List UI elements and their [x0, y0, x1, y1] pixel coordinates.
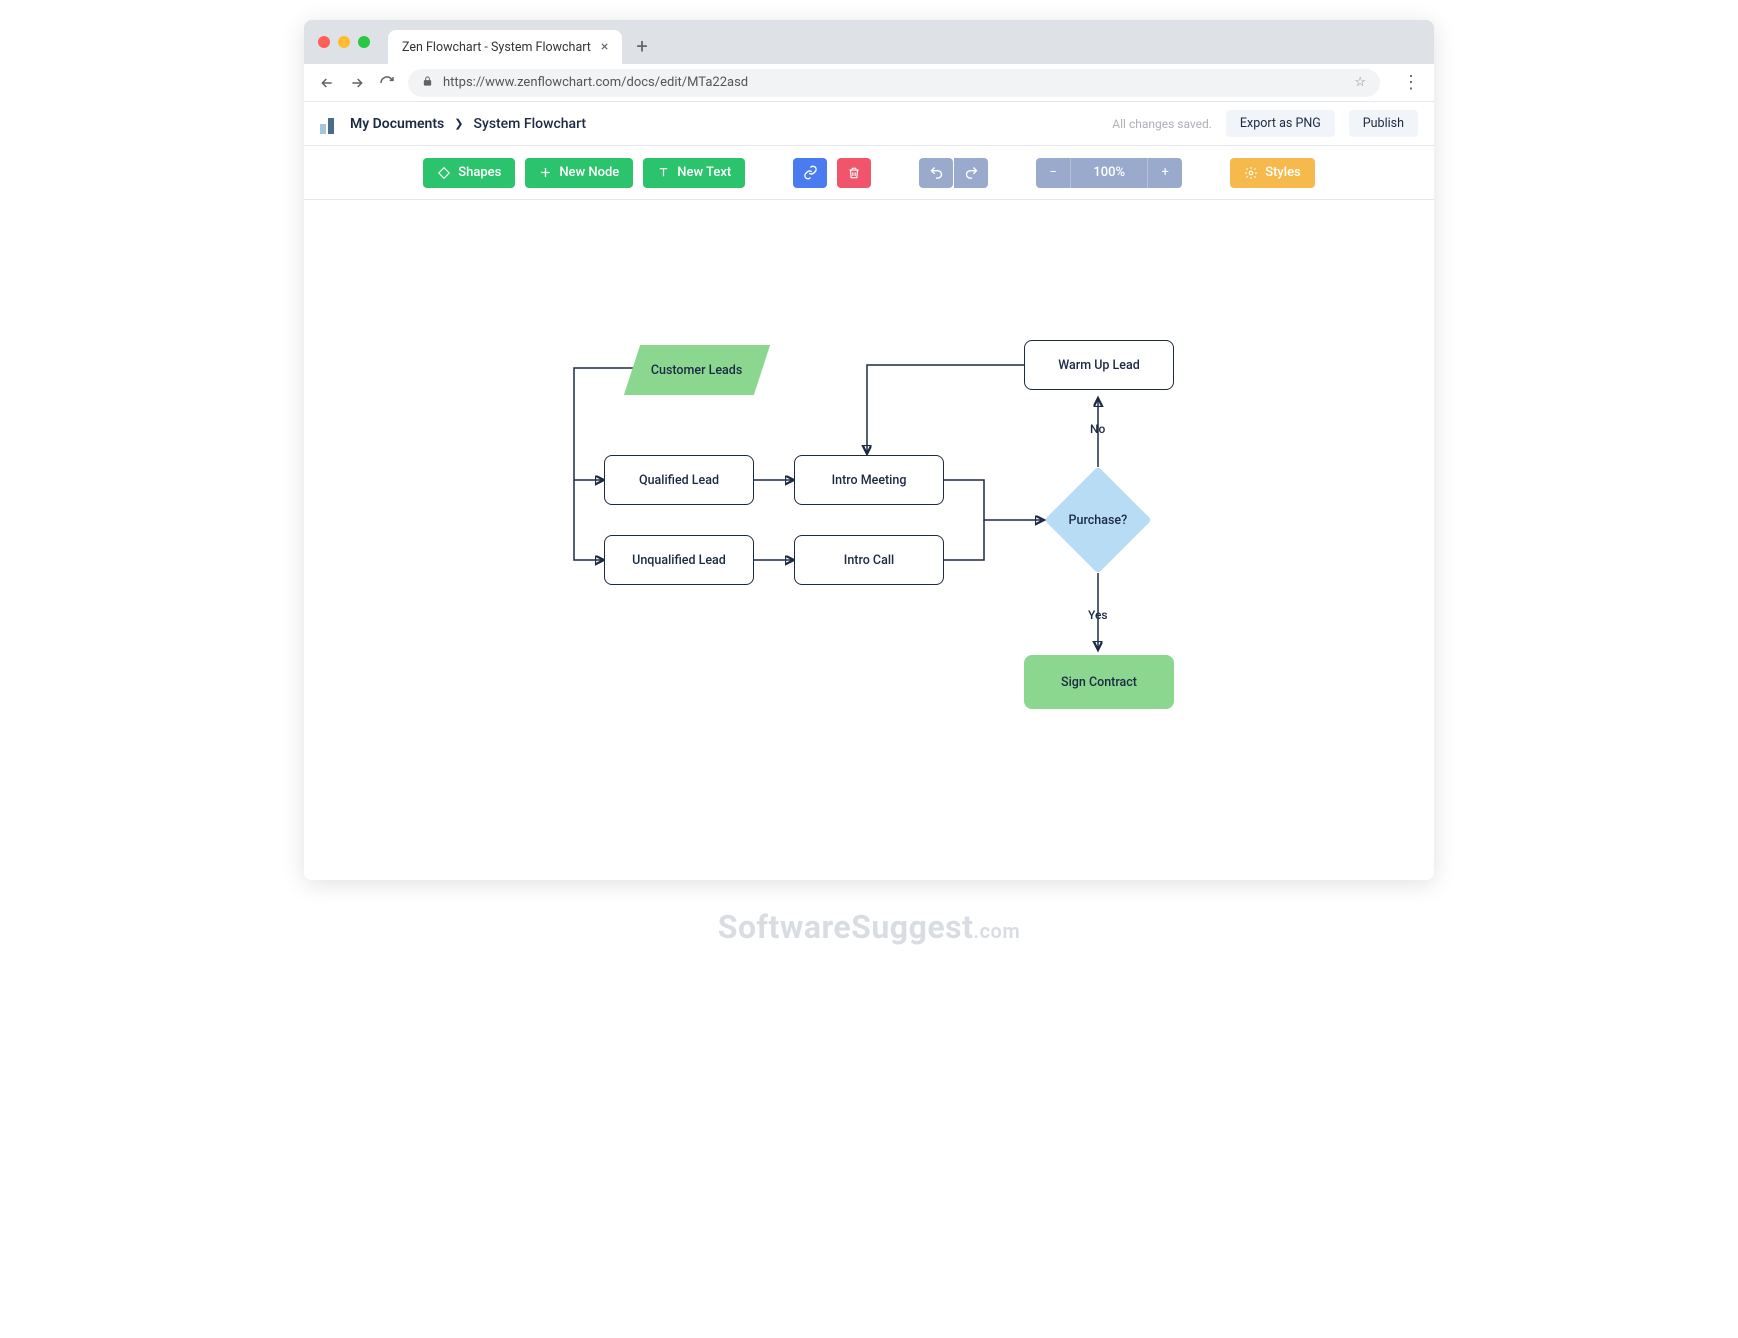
- browser-menu-icon[interactable]: ⋮: [1402, 72, 1420, 93]
- export-button[interactable]: Export as PNG: [1226, 110, 1335, 137]
- bookmark-icon[interactable]: ☆: [1354, 75, 1366, 90]
- zoom-control: − 100% +: [1036, 158, 1182, 188]
- reload-icon[interactable]: [378, 75, 396, 91]
- window-controls: [318, 36, 370, 48]
- publish-button[interactable]: Publish: [1349, 110, 1418, 137]
- edge-label-no: No: [1090, 422, 1105, 436]
- breadcrumb-current[interactable]: System Flowchart: [473, 116, 586, 132]
- node-sign-contract[interactable]: Sign Contract: [1024, 655, 1174, 709]
- edge-label-yes: Yes: [1088, 608, 1108, 622]
- browser-window: Zen Flowchart - System Flowchart × + htt…: [304, 20, 1434, 880]
- editor-toolbar: Shapes New Node New Text − 100% +: [304, 146, 1434, 200]
- node-intro-call[interactable]: Intro Call: [794, 535, 944, 585]
- node-warm-up-lead[interactable]: Warm Up Lead: [1024, 340, 1174, 390]
- flowchart-canvas[interactable]: Customer Leads Qualified Lead Unqualifie…: [304, 200, 1434, 880]
- watermark: SoftwareSuggest.com: [718, 908, 1020, 946]
- app-header: My Documents ❯ System Flowchart All chan…: [304, 102, 1434, 146]
- url-text: https://www.zenflowchart.com/docs/edit/M…: [443, 75, 748, 90]
- node-unqualified-lead[interactable]: Unqualified Lead: [604, 535, 754, 585]
- undo-button[interactable]: [919, 158, 953, 188]
- new-node-button[interactable]: New Node: [525, 158, 633, 188]
- zoom-out-button[interactable]: −: [1036, 158, 1070, 188]
- forward-icon[interactable]: [348, 75, 366, 91]
- node-intro-meeting[interactable]: Intro Meeting: [794, 455, 944, 505]
- minimize-window-icon[interactable]: [338, 36, 350, 48]
- new-tab-icon[interactable]: +: [636, 34, 647, 58]
- styles-button[interactable]: Styles: [1230, 158, 1315, 188]
- tab-title: Zen Flowchart - System Flowchart: [402, 40, 591, 55]
- zoom-level[interactable]: 100%: [1070, 158, 1148, 188]
- link-button[interactable]: [793, 158, 827, 188]
- breadcrumb-root[interactable]: My Documents: [350, 116, 444, 132]
- back-icon[interactable]: [318, 75, 336, 91]
- close-tab-icon[interactable]: ×: [601, 39, 608, 55]
- chevron-right-icon: ❯: [454, 117, 463, 130]
- delete-button[interactable]: [837, 158, 871, 188]
- redo-button[interactable]: [954, 158, 988, 188]
- lock-icon: [422, 75, 433, 90]
- save-status: All changes saved.: [1112, 117, 1212, 131]
- maximize-window-icon[interactable]: [358, 36, 370, 48]
- chrome-tab-strip: Zen Flowchart - System Flowchart × +: [304, 20, 1434, 64]
- new-text-button[interactable]: New Text: [643, 158, 745, 188]
- browser-tab[interactable]: Zen Flowchart - System Flowchart ×: [388, 30, 622, 64]
- close-window-icon[interactable]: [318, 36, 330, 48]
- node-customer-leads[interactable]: Customer Leads: [624, 345, 770, 395]
- app-logo-icon[interactable]: [320, 114, 340, 134]
- browser-toolbar: https://www.zenflowchart.com/docs/edit/M…: [304, 64, 1434, 102]
- url-input[interactable]: https://www.zenflowchart.com/docs/edit/M…: [408, 69, 1380, 97]
- shapes-button[interactable]: Shapes: [423, 158, 515, 188]
- zoom-in-button[interactable]: +: [1148, 158, 1182, 188]
- node-qualified-lead[interactable]: Qualified Lead: [604, 455, 754, 505]
